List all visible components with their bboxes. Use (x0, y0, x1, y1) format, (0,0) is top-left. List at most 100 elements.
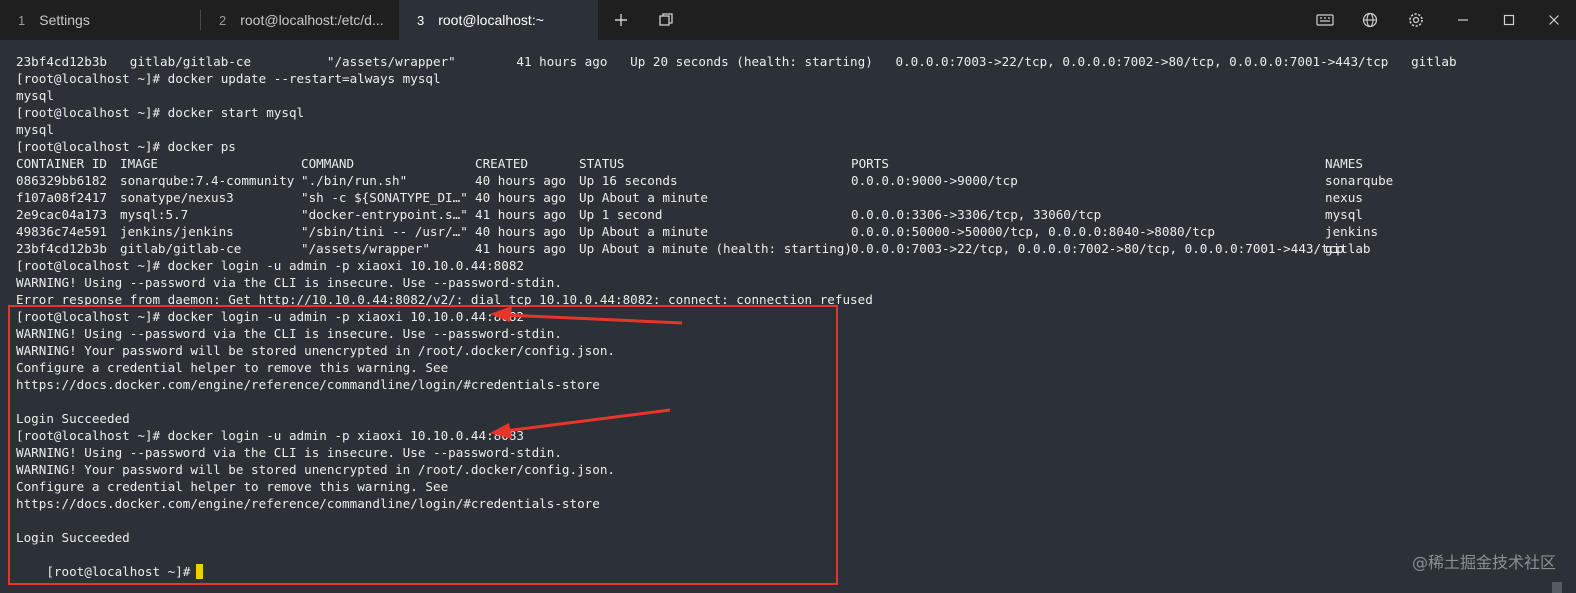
tab-title: Settings (39, 12, 90, 28)
minimize-icon (1458, 19, 1468, 21)
terminal-line: [root@localhost ~]# docker ps (16, 139, 236, 154)
ps-cell: sonatype/nexus3 (120, 190, 234, 205)
ps-cell: Up 1 second (579, 207, 663, 222)
ps-cell: gitlab (1325, 241, 1371, 256)
ps-cell: 086329bb6182 (16, 173, 107, 188)
ps-header-row: CONTAINER ID IMAGE COMMAND CREATED STATU… (16, 155, 1556, 172)
ps-header-ports: PORTS (851, 156, 889, 171)
ps-header-command: COMMAND (301, 156, 355, 171)
ps-cell: "./bin/run.sh" (301, 173, 408, 188)
ps-header-status: STATUS (579, 156, 625, 171)
terminal-line: mysql (16, 122, 54, 137)
ps-header-names: NAMES (1325, 156, 1363, 171)
ps-cell: 49836c74e591 (16, 224, 107, 239)
shell-prompt: [root@localhost ~]# (46, 564, 191, 579)
ps-row: 23bf4cd12b3b gitlab/gitlab-ce "/assets/w… (16, 240, 1556, 257)
terminal-line: 23bf4cd12b3b gitlab/gitlab-ce "/assets/w… (16, 54, 1457, 69)
globe-icon (1362, 12, 1378, 28)
ps-row: f107a08f2417 sonatype/nexus3 "sh -c ${SO… (16, 189, 1556, 206)
ps-cell: "sh -c ${SONATYPE_DI…" (301, 190, 468, 205)
tab-number: 2 (219, 12, 227, 28)
scrollbar-thumb[interactable] (1552, 582, 1562, 593)
new-tab-button[interactable] (601, 0, 641, 40)
ps-cell: gitlab/gitlab-ce (120, 241, 242, 256)
tab-number: 1 (18, 12, 26, 28)
ps-cell: 0.0.0.0:3306->3306/tcp, 33060/tcp (851, 207, 1102, 222)
terminal-line: [root@localhost ~]# docker login -u admi… (16, 309, 524, 324)
ps-cell: 0.0.0.0:7003->22/tcp, 0.0.0.0:7002->80/t… (851, 241, 1344, 256)
ps-cell: "docker-entrypoint.s…" (301, 207, 468, 222)
tab-etc[interactable]: 2 root@localhost:/etc/d... (201, 0, 399, 40)
ps-cell: nexus (1325, 190, 1363, 205)
minimize-button[interactable] (1443, 0, 1483, 40)
terminal-line: WARNING! Your password will be stored un… (16, 462, 615, 477)
maximize-button[interactable] (1489, 0, 1529, 40)
ps-cell: Up About a minute (579, 190, 708, 205)
globe-button[interactable] (1350, 0, 1390, 40)
terminal-line: mysql (16, 88, 54, 103)
ps-cell: mysql (1325, 207, 1363, 222)
tab-number: 3 (417, 12, 425, 28)
keyboard-icon (1316, 14, 1334, 26)
ps-cell: Up 16 seconds (579, 173, 678, 188)
ps-row: 2e9cac04a173 mysql:5.7 "docker-entrypoin… (16, 206, 1556, 223)
plus-icon (615, 14, 627, 26)
terminal-line: Configure a credential helper to remove … (16, 479, 449, 494)
terminal-line: [root@localhost ~]# docker login -u admi… (16, 258, 524, 273)
ps-cell: 2e9cac04a173 (16, 207, 107, 222)
duplicate-icon (659, 13, 673, 26)
terminal-output[interactable]: 23bf4cd12b3b gitlab/gitlab-ce "/assets/w… (0, 40, 1576, 593)
ps-cell: sonarqube (1325, 173, 1394, 188)
terminal-line: WARNING! Your password will be stored un… (16, 343, 615, 358)
ps-cell: jenkins (1325, 224, 1379, 239)
ps-cell: 40 hours ago (475, 173, 566, 188)
terminal-line: Login Succeeded (16, 411, 130, 426)
terminal-line: https://docs.docker.com/engine/reference… (16, 377, 600, 392)
tab-settings[interactable]: 1 Settings (0, 0, 200, 40)
ps-header-image: IMAGE (120, 156, 158, 171)
ps-cell: 0.0.0.0:50000->50000/tcp, 0.0.0.0:8040->… (851, 224, 1215, 239)
terminal-line: [root@localhost ~]# docker login -u admi… (16, 428, 524, 443)
duplicate-tab-button[interactable] (646, 0, 686, 40)
settings-button[interactable] (1396, 0, 1436, 40)
gear-icon (1409, 13, 1423, 27)
ps-cell: jenkins/jenkins (120, 224, 234, 239)
ps-cell: 40 hours ago (475, 190, 566, 205)
ps-row: 086329bb6182 sonarqube:7.4-community "./… (16, 172, 1556, 189)
terminal-line: WARNING! Using --password via the CLI is… (16, 445, 562, 460)
tab-title: root@localhost:/etc/d... (240, 12, 384, 28)
ps-cell: "/sbin/tini -- /usr/…" (301, 224, 468, 239)
terminal-line: WARNING! Using --password via the CLI is… (16, 326, 562, 341)
terminal-prompt-line[interactable]: [root@localhost ~]# (16, 546, 204, 579)
ps-cell: 0.0.0.0:9000->9000/tcp (851, 173, 1018, 188)
ps-cell: Up About a minute (health: starting) (579, 241, 852, 256)
close-icon (1549, 15, 1559, 25)
ps-cell: f107a08f2417 (16, 190, 107, 205)
terminal-line: WARNING! Using --password via the CLI is… (16, 275, 562, 290)
terminal-line: Login Succeeded (16, 530, 130, 545)
ps-cell: 40 hours ago (475, 224, 566, 239)
text-cursor (196, 564, 204, 579)
terminal-line: https://docs.docker.com/engine/reference… (16, 496, 600, 511)
terminal-line: Configure a credential helper to remove … (16, 360, 449, 375)
ps-header-container-id: CONTAINER ID (16, 156, 107, 171)
terminal-line: Error response from daemon: Get http://1… (16, 292, 873, 307)
ps-row: 49836c74e591 jenkins/jenkins "/sbin/tini… (16, 223, 1556, 240)
ps-cell: 41 hours ago (475, 207, 566, 222)
maximize-icon (1503, 14, 1515, 26)
ps-header-created: CREATED (475, 156, 529, 171)
close-button[interactable] (1534, 0, 1574, 40)
tab-root-home[interactable]: 3 root@localhost:~ (399, 0, 598, 40)
ps-cell: 23bf4cd12b3b (16, 241, 107, 256)
ps-cell: mysql:5.7 (120, 207, 189, 222)
tab-bar: 1 Settings 2 root@localhost:/etc/d... 3 … (0, 0, 1576, 40)
terminal-line: [root@localhost ~]# docker start mysql (16, 105, 305, 120)
tab-title: root@localhost:~ (438, 12, 544, 28)
watermark: @稀土掘金技术社区 (1411, 553, 1556, 572)
ps-cell: sonarqube:7.4-community (120, 173, 295, 188)
terminal-line: [root@localhost ~]# docker update --rest… (16, 71, 441, 86)
ps-cell: Up About a minute (579, 224, 708, 239)
ps-cell: 41 hours ago (475, 241, 566, 256)
keyboard-button[interactable] (1305, 0, 1345, 40)
ps-cell: "/assets/wrapper" (301, 241, 430, 256)
